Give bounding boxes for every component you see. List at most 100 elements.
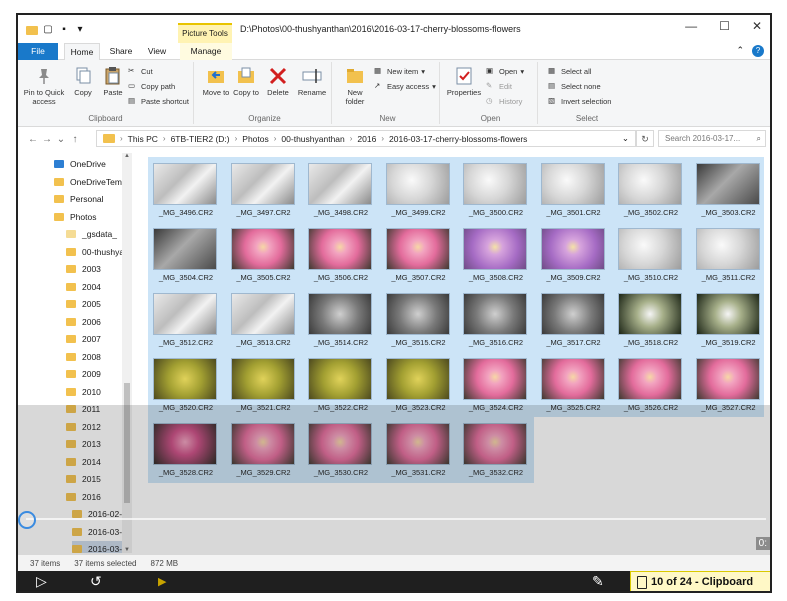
chevron-right-icon[interactable]: › [381,134,384,143]
file-tile[interactable]: _MG_3517.CR2 [536,289,612,353]
open-button[interactable]: ▣ Open ▾ [486,66,524,76]
tab-share[interactable]: Share [106,43,136,60]
delete-button[interactable]: Delete [264,66,292,97]
pen-icon[interactable]: ✎ [592,573,604,590]
chevron-down-icon[interactable]: ▾ [74,24,86,36]
invert-selection-button[interactable]: ▧ Invert selection [548,96,611,106]
nav-item[interactable]: 2011 [66,401,104,417]
easy-access-button[interactable]: ↗ Easy access ▾ [374,81,436,91]
file-tile[interactable]: _MG_3520.CR2 [148,354,224,418]
new-folder-button[interactable]: New folder [340,66,370,106]
nav-item[interactable]: 2013 [66,436,105,452]
scroll-up-icon[interactable]: ▲ [122,153,132,159]
file-tile[interactable]: _MG_3523.CR2 [381,354,457,418]
file-tile[interactable]: _MG_3521.CR2 [226,354,302,418]
nav-item[interactable]: 2012 [66,419,105,435]
file-tile[interactable]: _MG_3498.CR2 [303,159,379,223]
file-tile[interactable]: _MG_3508.CR2 [458,224,534,288]
file-tile[interactable]: _MG_3519.CR2 [691,289,767,353]
address-bar[interactable]: › This PC › 6TB-TIER2 (D:) › Photos › 00-thushy… [96,130,636,147]
chevron-right-icon[interactable]: › [120,134,123,143]
nav-item[interactable]: 2016 [66,489,105,505]
search-input[interactable]: Search 2016-03-17... ⌕ [658,130,766,147]
video-progress-bar[interactable] [26,518,766,520]
collapse-ribbon-icon[interactable]: ⌃ [736,45,744,57]
tab-file[interactable]: File [18,43,58,60]
file-tile[interactable]: _MG_3502.CR2 [613,159,689,223]
video-progress-knob[interactable] [18,511,36,529]
scroll-down-icon[interactable]: ▼ [122,547,132,553]
nav-item[interactable]: _gsdata_ [66,226,121,242]
minimize-icon[interactable]: — [685,19,697,33]
skip-icon[interactable]: ▶ [158,575,166,588]
help-icon[interactable]: ? [752,45,764,57]
up-arrow-icon[interactable]: ↑ [68,134,82,145]
file-tile[interactable]: _MG_3532.CR2 [458,419,534,483]
file-tile[interactable]: _MG_3529.CR2 [226,419,302,483]
tab-home[interactable]: Home [64,43,100,60]
nav-item[interactable]: OneDrive [54,156,110,172]
rename-button[interactable]: Rename [296,66,328,97]
nav-item[interactable]: 2004 [66,279,105,295]
nav-scrollbar[interactable]: ▲ ▼ [122,153,132,553]
breadcrumb-item[interactable]: This PC [128,134,158,144]
file-tile[interactable]: _MG_3525.CR2 [536,354,612,418]
file-tile[interactable]: _MG_3526.CR2 [613,354,689,418]
nav-item[interactable]: Personal [54,191,108,207]
file-tile[interactable]: _MG_3522.CR2 [303,354,379,418]
file-tile[interactable]: _MG_3524.CR2 [458,354,534,418]
chevron-right-icon[interactable]: › [163,134,166,143]
file-tile[interactable]: _MG_3509.CR2 [536,224,612,288]
paste-shortcut-button[interactable]: ▤ Paste shortcut [128,96,189,106]
tab-manage[interactable]: Manage [180,43,232,60]
breadcrumb-item[interactable]: 2016 [357,134,376,144]
pin-quick-access-button[interactable]: Pin to Quick access [22,66,66,106]
recent-chevron-icon[interactable]: ⌄ [54,134,68,145]
back-arrow-icon[interactable]: ← [26,134,40,145]
file-tile[interactable]: _MG_3515.CR2 [381,289,457,353]
breadcrumb-item[interactable]: Photos [242,134,268,144]
forward-arrow-icon[interactable]: → [40,134,54,145]
tab-view[interactable]: View [142,43,172,60]
rewind-icon[interactable]: ↺ [90,573,102,590]
copy-to-button[interactable]: Copy to [232,66,260,97]
nav-item[interactable]: 2016-03- [72,541,127,553]
scroll-thumb[interactable] [124,383,130,503]
properties-icon[interactable]: ▢ [42,24,54,36]
chevron-right-icon[interactable]: › [274,134,277,143]
edit-button[interactable]: ✎ Edit [486,81,512,91]
new-folder-icon[interactable]: ▪ [58,24,70,36]
new-item-button[interactable]: ▦ New item ▾ [374,66,425,76]
file-tile[interactable]: _MG_3528.CR2 [148,419,224,483]
file-tile[interactable]: _MG_3496.CR2 [148,159,224,223]
file-tile[interactable]: _MG_3507.CR2 [381,224,457,288]
nav-item[interactable]: 2006 [66,314,105,330]
breadcrumb-item[interactable]: 6TB-TIER2 (D:) [171,134,230,144]
nav-item[interactable]: 2016-03- [72,524,126,540]
file-tile[interactable]: _MG_3530.CR2 [303,419,379,483]
move-to-button[interactable]: Move to [202,66,230,97]
breadcrumb-item[interactable]: 00-thushyanthan [281,134,344,144]
nav-item[interactable]: 2005 [66,296,105,312]
file-tile[interactable]: _MG_3505.CR2 [226,224,302,288]
file-tile[interactable]: _MG_3499.CR2 [381,159,457,223]
play-icon[interactable]: ▷ [36,573,47,590]
select-all-button[interactable]: ▦ Select all [548,66,591,76]
nav-item[interactable]: 2003 [66,261,105,277]
file-tile[interactable]: _MG_3504.CR2 [148,224,224,288]
file-tile[interactable]: _MG_3512.CR2 [148,289,224,353]
refresh-icon[interactable]: ↻ [636,130,654,147]
chevron-down-icon[interactable]: ⌄ [622,133,629,144]
file-tile[interactable]: _MG_3501.CR2 [536,159,612,223]
copy-button[interactable]: Copy [70,66,96,97]
chevron-right-icon[interactable]: › [350,134,353,143]
file-tile[interactable]: _MG_3518.CR2 [613,289,689,353]
maximize-icon[interactable]: ☐ [719,19,730,33]
file-tile[interactable]: _MG_3513.CR2 [226,289,302,353]
file-tile[interactable]: _MG_3531.CR2 [381,419,457,483]
nav-item[interactable]: 2008 [66,349,105,365]
file-tile[interactable]: _MG_3516.CR2 [458,289,534,353]
copy-path-button[interactable]: ▭ Copy path [128,81,175,91]
chevron-right-icon[interactable]: › [235,134,238,143]
nav-item[interactable]: 2009 [66,366,105,382]
